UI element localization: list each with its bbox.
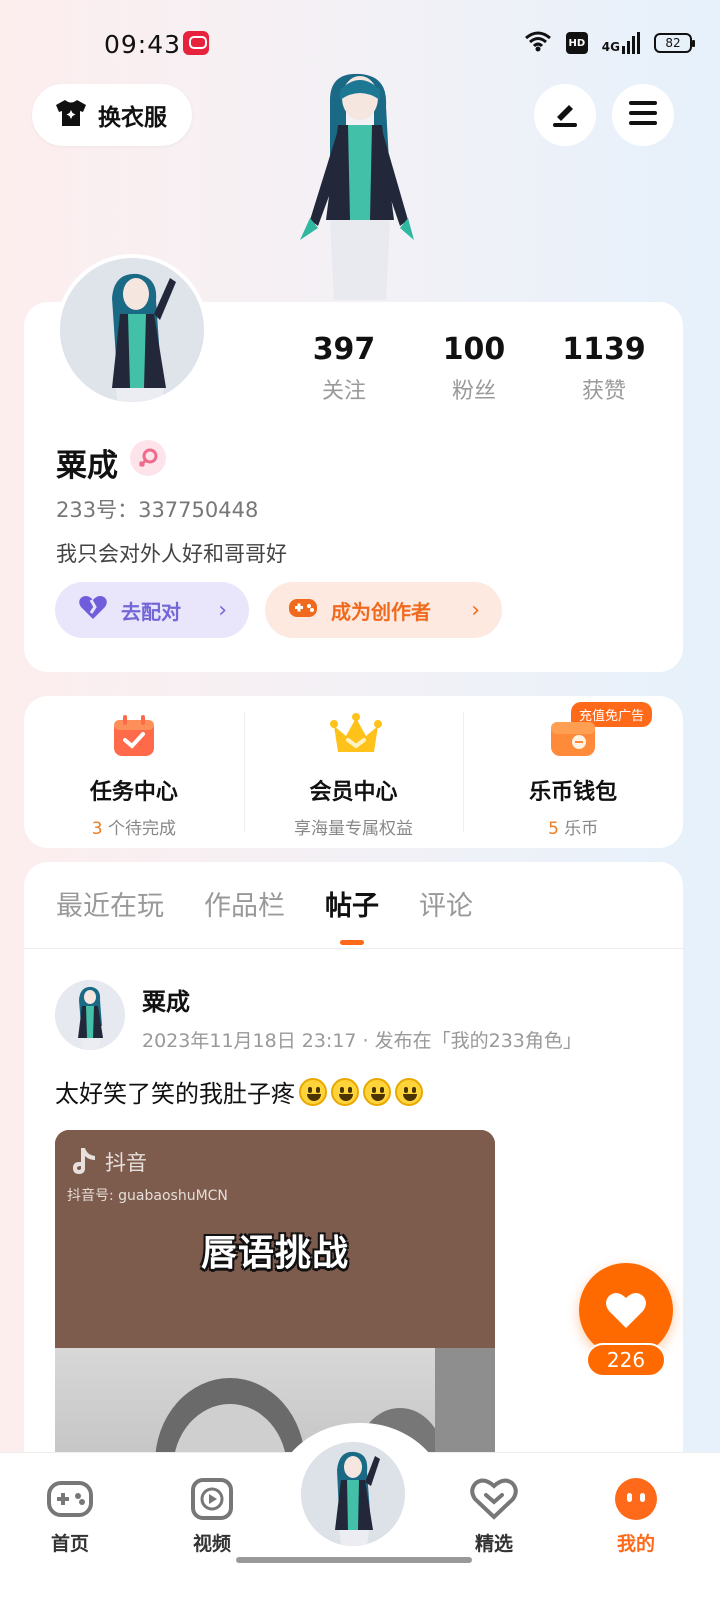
stat-followers[interactable]: 100 粉丝 [424, 332, 524, 405]
nav-label: 精选 [474, 1533, 513, 1555]
feed-tabs: 最近在玩 作品栏 帖子 评论 [56, 884, 473, 945]
match-heart-icon [77, 595, 109, 626]
service-subtitle-text: 个待完成 [102, 819, 176, 839]
user-bio: 我只会对外人好和哥哥好 [56, 542, 287, 566]
tab-recent-played[interactable]: 最近在玩 [56, 884, 164, 945]
platform-name: 抖音 [105, 1151, 147, 1175]
chevron-right-icon: › [471, 597, 480, 623]
nav-center-avatar[interactable] [298, 1439, 408, 1549]
edit-icon [549, 97, 581, 133]
douyin-watermark: 抖音 [69, 1146, 147, 1178]
stat-number: 1139 [562, 332, 646, 367]
profile-card: 397 关注 100 粉丝 1139 获赞 粟成 233号：337750448 … [24, 254, 683, 672]
post-text-content: 太好笑了笑的我肚子疼 [55, 1080, 295, 1108]
edit-button[interactable] [534, 84, 596, 146]
hd-icon: HD [565, 32, 588, 54]
grinning-emoji-icon [363, 1077, 391, 1106]
gamepad-icon [287, 595, 319, 626]
grinning-emoji-icon [331, 1077, 359, 1106]
home-indicator[interactable] [236, 1557, 472, 1563]
crown-icon [329, 712, 382, 760]
task-center-entry[interactable]: 任务中心 3 个待完成 [24, 696, 244, 848]
profile-avatar[interactable] [56, 254, 208, 406]
wallet-entry[interactable]: 充值免广告 乐币钱包 5 乐币 [463, 696, 683, 848]
tab-comments[interactable]: 评论 [419, 884, 473, 945]
video-play-icon [188, 1475, 236, 1523]
nav-label: 我的 [616, 1533, 655, 1555]
creator-label: 成为创作者 [331, 599, 431, 624]
service-title: 任务中心 [89, 780, 178, 805]
menu-icon [627, 99, 659, 131]
status-time: 09:43 [104, 30, 182, 59]
nav-featured[interactable]: 精选 [444, 1475, 544, 1556]
signal-icon: 4G [602, 32, 640, 54]
battery-icon: 82 [654, 33, 695, 53]
service-title: 乐币钱包 [529, 780, 618, 805]
post-meta: 2023年11月18日 23:17 · 发布在「我的233角色」 [142, 1030, 582, 1052]
wallet-icon [549, 712, 597, 760]
change-outfit-label: 换衣服 [98, 105, 167, 131]
profile-face-icon [612, 1475, 660, 1523]
douyin-icon [73, 1148, 95, 1174]
user-id[interactable]: 233号：337750448 [56, 494, 258, 524]
app-notification-icon [183, 31, 209, 55]
chevron-right-icon: › [218, 597, 227, 623]
match-button[interactable]: 去配对 › [55, 582, 249, 638]
video-title: 唇语挑战 [200, 1233, 349, 1274]
shirt-icon [54, 98, 88, 132]
change-outfit-button[interactable]: 换衣服 [32, 84, 192, 146]
stat-label: 获赞 [581, 379, 626, 404]
task-calendar-icon [110, 712, 158, 760]
service-subtitle-text: 享海量专属权益 [294, 819, 413, 839]
stat-number: 100 [442, 332, 506, 367]
nav-video[interactable]: 视频 [162, 1475, 262, 1556]
profile-stats: 397 关注 100 粉丝 1139 获赞 [294, 332, 654, 405]
services-card: 任务中心 3 个待完成 会员中心 享海量专属权益 充值免广告 乐币钱包 5 乐币 [24, 696, 683, 848]
grinning-emoji-icon [299, 1077, 327, 1106]
nav-label: 视频 [192, 1533, 231, 1555]
heart-badge-icon [470, 1475, 518, 1523]
post-author-avatar[interactable] [55, 980, 125, 1050]
pending-count: 3 [91, 819, 103, 839]
gamepad-icon [46, 1475, 94, 1523]
become-creator-button[interactable]: 成为创作者 › [265, 582, 502, 638]
stat-number: 397 [312, 332, 376, 367]
avatar-3d-figure[interactable] [290, 70, 420, 305]
stat-following[interactable]: 397 关注 [294, 332, 394, 405]
user-name: 粟成 [56, 448, 118, 484]
heart-icon [606, 1292, 646, 1328]
service-subtitle: 享海量专属权益 [294, 814, 413, 839]
service-subtitle-text: 乐币 [558, 819, 599, 839]
vip-center-entry[interactable]: 会员中心 享海量专属权益 [243, 696, 464, 848]
like-count: 226 [586, 1343, 666, 1377]
stat-label: 关注 [321, 379, 366, 404]
stat-likes[interactable]: 1139 获赞 [554, 332, 654, 405]
bottom-navigation: 首页 视频 精选 我的 [0, 1423, 720, 1600]
service-subtitle: 3 个待完成 [92, 814, 176, 839]
nav-home[interactable]: 首页 [20, 1475, 120, 1556]
post-author-name[interactable]: 粟成 [142, 982, 190, 1017]
wifi-icon [524, 30, 552, 56]
tab-divider [24, 948, 683, 949]
service-title: 会员中心 [309, 780, 398, 805]
service-subtitle: 5 乐币 [548, 814, 598, 839]
female-icon [130, 440, 166, 476]
tab-posts[interactable]: 帖子 [325, 884, 379, 945]
tab-works[interactable]: 作品栏 [204, 884, 285, 945]
match-label: 去配对 [121, 599, 181, 624]
stat-label: 粉丝 [451, 379, 496, 404]
menu-button[interactable] [612, 84, 674, 146]
nav-me[interactable]: 我的 [586, 1475, 686, 1556]
coin-count: 5 [548, 819, 559, 839]
nav-label: 首页 [50, 1533, 89, 1555]
post-text: 太好笑了笑的我肚子疼 [55, 1074, 423, 1109]
video-account-id: 抖音号: guabaoshuMCN [67, 1188, 228, 1204]
grinning-emoji-icon [395, 1077, 423, 1106]
network-type: 4G [601, 40, 620, 54]
status-icons: HD 4G 82 [524, 30, 695, 56]
